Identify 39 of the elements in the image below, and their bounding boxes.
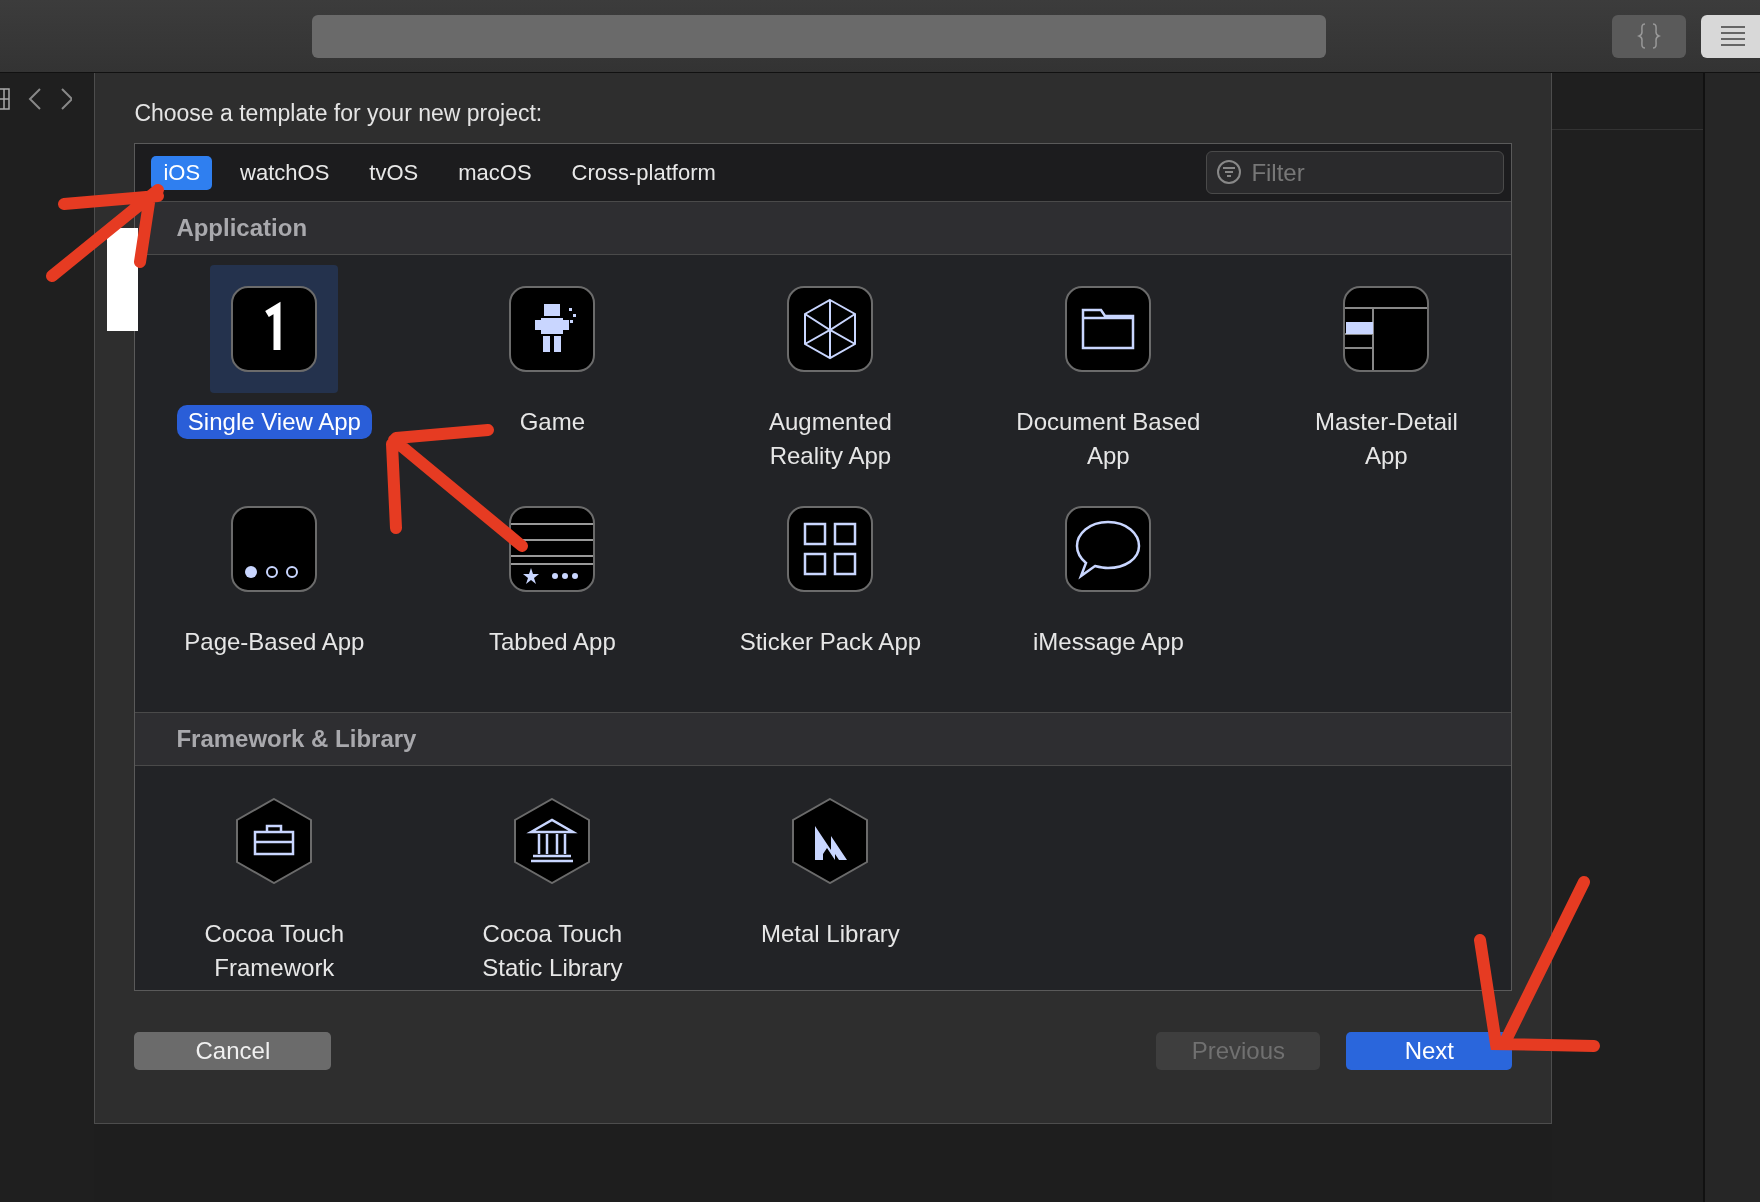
toolbar-field[interactable] — [312, 14, 1327, 58]
forward-chevron-icon[interactable] — [60, 88, 72, 110]
template-label[interactable]: Augmented Reality App — [725, 405, 936, 473]
platform-tab[interactable]: macOS — [446, 155, 544, 190]
platform-tab[interactable]: watchOS — [228, 155, 342, 190]
cube-icon — [787, 286, 874, 372]
folder-icon — [1065, 286, 1152, 372]
number-one-icon — [231, 286, 318, 372]
platform-tab[interactable]: Cross-platform — [559, 155, 728, 190]
template-label[interactable]: Sticker Pack App — [728, 625, 933, 659]
template-label[interactable]: Document Based App — [1003, 405, 1214, 473]
next-button[interactable]: Next — [1346, 1032, 1513, 1070]
tab-bar-icon — [509, 506, 596, 592]
section-header: Application — [135, 202, 1512, 255]
platform-tab[interactable]: tvOS — [357, 155, 431, 190]
template-label[interactable]: Tabbed App — [477, 625, 627, 659]
section-header: Framework & Library — [135, 712, 1512, 766]
code-snippet-button[interactable] — [1612, 14, 1686, 58]
braces-icon — [1636, 22, 1661, 50]
dialog-title: Choose a template for your new project: — [134, 99, 544, 128]
template-label[interactable]: Page-Based App — [173, 625, 376, 659]
inspector-button[interactable] — [1700, 14, 1760, 58]
template-label[interactable]: Cocoa Touch Framework — [169, 917, 380, 985]
platform-tab[interactable]: iOS — [151, 155, 213, 190]
grid-icon — [787, 506, 874, 592]
robot-sprite-icon — [509, 286, 596, 372]
template-highlight[interactable] — [210, 265, 339, 393]
template-label[interactable]: Metal Library — [750, 917, 911, 951]
cancel-button[interactable]: Cancel — [134, 1032, 332, 1070]
template-label[interactable]: Game — [508, 405, 597, 439]
template-label[interactable]: iMessage App — [1022, 625, 1195, 659]
back-chevron-icon[interactable] — [28, 88, 42, 110]
filter-field[interactable]: Filter — [1206, 151, 1505, 194]
template-label[interactable]: Cocoa Touch Static Library — [447, 917, 658, 985]
template-label[interactable]: Single View App — [176, 405, 372, 439]
page-dots-icon — [231, 506, 318, 592]
speech-bubble-icon — [1065, 506, 1152, 592]
template-label[interactable]: Master-Detail App — [1281, 405, 1492, 473]
split-view-icon — [1343, 286, 1430, 372]
